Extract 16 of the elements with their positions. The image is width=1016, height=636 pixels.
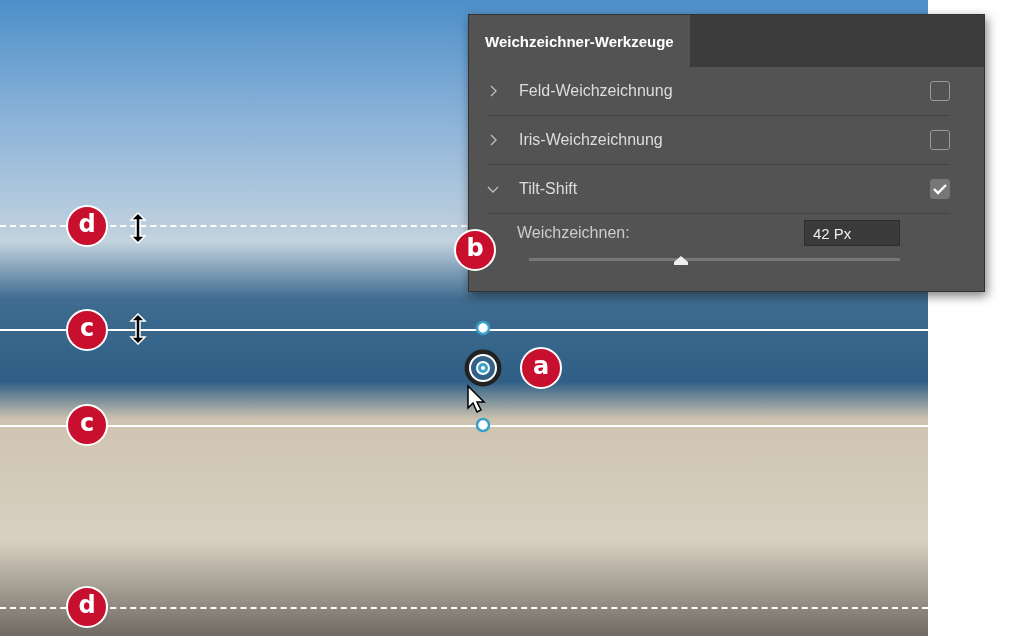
checkbox[interactable]: [930, 81, 950, 101]
handle-icon[interactable]: [475, 417, 491, 433]
panel-tab[interactable]: Weichzeichner-Werkzeuge: [469, 15, 690, 67]
double-arrow-icon[interactable]: [128, 313, 148, 345]
section-label[interactable]: Iris-Weichzeichnung: [519, 131, 930, 149]
blur-value-field[interactable]: 42 Px: [804, 220, 900, 246]
slider-thumb[interactable]: [673, 255, 690, 266]
cursor-icon: [466, 384, 486, 414]
pin-icon[interactable]: [463, 348, 503, 388]
checkbox[interactable]: [930, 130, 950, 150]
section-label[interactable]: Tilt-Shift: [519, 180, 930, 198]
checkbox[interactable]: [930, 179, 950, 199]
double-arrow-icon[interactable]: [128, 212, 148, 244]
section-label[interactable]: Feld-Weichzeichnung: [519, 82, 930, 100]
handle-icon[interactable]: [475, 320, 491, 336]
blur-label: Weichzeichnen:: [517, 224, 630, 242]
